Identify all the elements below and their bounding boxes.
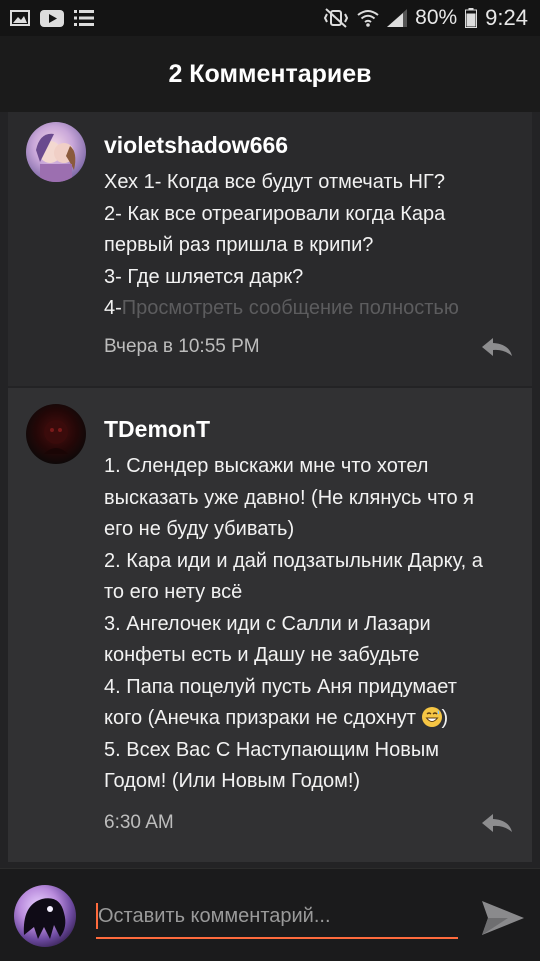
comment-line: конфеты есть и Дашу не забудьте — [104, 644, 420, 666]
comment-line-with-emoji: кого (Анечка призраки не сдохнут ) — [104, 707, 449, 729]
clock: 9:24 — [485, 5, 528, 30]
comment-line: 1. Слендер выскажи мне что хотел — [104, 455, 429, 477]
status-notifications — [10, 9, 94, 27]
battery-icon — [465, 8, 478, 28]
comment-line: 3. Ангелочек иди с Салли и Лазари — [104, 612, 431, 635]
comment-line: 3- Где шляется дарк? — [104, 265, 304, 288]
image-icon — [10, 10, 30, 26]
page-title: 2 Комментариев — [168, 59, 372, 88]
status-system: 80% 9:24 — [323, 5, 528, 31]
comment-line-truncated: 4-Просмотреть сообщение полностью — [104, 293, 520, 325]
comment-timestamp: 6:30 AM — [104, 812, 174, 833]
comment-body: 1. Слендер выскажи мне что хотел высказа… — [104, 451, 520, 798]
grinning-sweat-emoji-icon — [421, 707, 442, 727]
comment-input-bar — [0, 868, 540, 961]
comment-card[interactable]: violetshadow666 Хех 1- Когда все будут о… — [8, 112, 532, 386]
list-icon — [74, 10, 94, 26]
read-more-link[interactable]: Просмотреть сообщение полностью — [122, 297, 459, 319]
reply-icon[interactable] — [480, 812, 514, 834]
battery-percent: 80% — [415, 6, 458, 29]
text-cursor — [96, 903, 98, 929]
comment-card[interactable]: TDemonT 1. Слендер выскажи мне что хотел… — [8, 388, 532, 862]
avatar[interactable] — [26, 122, 86, 182]
mute-vibrate-icon — [324, 8, 349, 28]
comment-line: 5. Всех Вас С Наступающим Новым — [104, 738, 439, 761]
status-bar: 80% 9:24 — [0, 0, 540, 36]
avatar-art-icon — [44, 420, 68, 454]
avatar-art-icon — [36, 133, 76, 182]
comment-line: высказать уже давно! (Не клянусь что я — [104, 486, 474, 509]
comment-line: его не буду убивать) — [104, 518, 295, 540]
comment-line-text: кого (Анечка призраки не сдохнут — [104, 707, 422, 729]
comment-username[interactable]: TDemonT — [104, 416, 210, 443]
avatar-art-icon — [23, 898, 66, 939]
comment-line: первый раз пришла в крипи? — [104, 234, 374, 256]
youtube-icon — [40, 9, 64, 27]
comment-line-prefix: 4- — [104, 297, 122, 319]
comment-line: Хех 1- Когда все будут отмечать НГ? — [104, 171, 445, 193]
comment-line: 4. Папа поцелуй пусть Аня придумает — [104, 675, 457, 698]
current-user-avatar[interactable] — [14, 885, 76, 947]
comment-body: Хех 1- Когда все будут отмечать НГ? 2- К… — [104, 167, 520, 325]
comment-input[interactable] — [96, 895, 458, 939]
comment-line: то его нету всё — [104, 581, 243, 603]
comment-username[interactable]: violetshadow666 — [104, 132, 288, 159]
comment-line: 2- Как все отреагировали когда Кара — [104, 202, 446, 225]
comment-line: Годом! (Или Новым Годом!) — [104, 770, 361, 792]
send-button[interactable] — [478, 897, 526, 939]
avatar[interactable] — [26, 404, 86, 464]
comment-timestamp: Вчера в 10:55 PM — [104, 336, 260, 357]
comment-line: 2. Кара иди и дай подзатыльник Дарку, а — [104, 549, 483, 572]
reply-icon[interactable] — [480, 336, 514, 358]
header: 2 Комментариев — [0, 36, 540, 112]
wifi-icon — [357, 10, 379, 27]
signal-icon — [387, 9, 408, 27]
